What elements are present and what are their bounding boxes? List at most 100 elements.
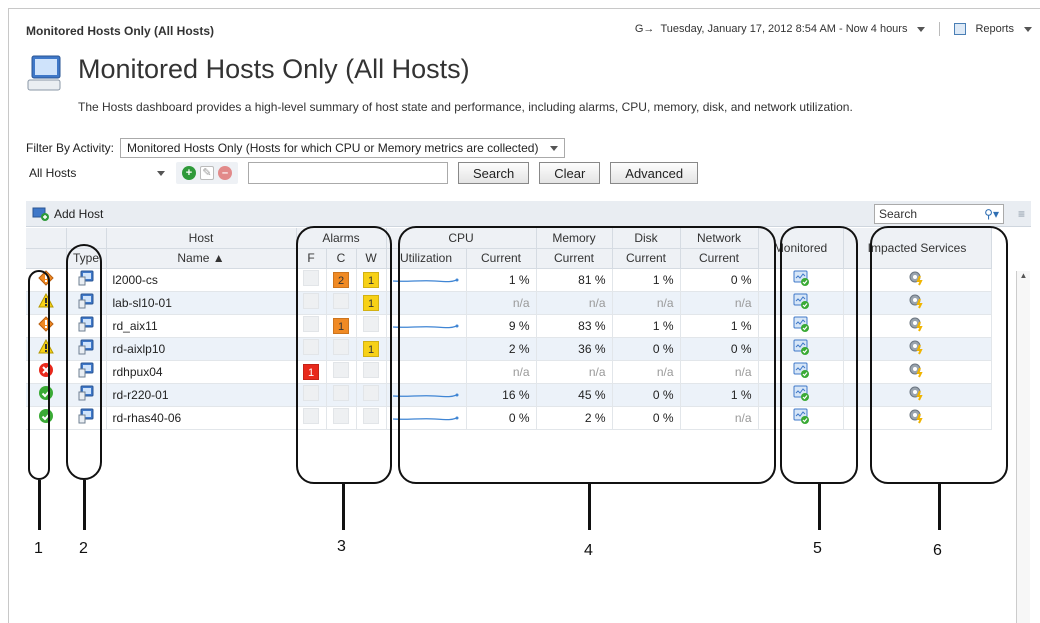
search-button[interactable]: Search xyxy=(458,162,530,184)
table-row[interactable]: rdhpux04 1 n/a n/a n/a n/a xyxy=(26,360,992,384)
service-gear-icon[interactable] xyxy=(908,385,926,401)
cpu-utilization-cell[interactable] xyxy=(386,337,467,361)
impacted-services-cell[interactable] xyxy=(843,268,992,292)
normal-state-icon[interactable] xyxy=(38,409,54,427)
grid-search-input[interactable]: Search ⚲▾ xyxy=(873,203,1004,224)
impacted-services-cell[interactable] xyxy=(843,314,992,338)
host-name-cell[interactable]: rd_aix11 xyxy=(106,314,297,338)
monitored-header[interactable]: Monitored xyxy=(758,228,844,269)
monitored-status-icon[interactable] xyxy=(793,339,809,355)
monitored-cell[interactable] xyxy=(758,268,844,292)
disk-current-header[interactable]: Current xyxy=(612,248,681,269)
remove-group-icon[interactable]: – xyxy=(218,166,232,180)
cpu-utilization-cell[interactable] xyxy=(386,314,467,338)
type-cell[interactable] xyxy=(66,383,107,407)
monitored-status-icon[interactable] xyxy=(793,385,809,401)
monitored-status-icon[interactable] xyxy=(793,270,809,286)
table-row[interactable]: rd-rhas40-06 0 % 2 % 0 % n/a xyxy=(26,406,992,430)
impacted-services-cell[interactable] xyxy=(843,291,992,315)
impacted-services-cell[interactable] xyxy=(843,383,992,407)
table-row[interactable]: rd_aix11 1 9 % 83 % 1 % 1 % xyxy=(26,314,992,338)
time-range-selector[interactable]: Tuesday, January 17, 2012 8:54 AM - Now … xyxy=(660,23,907,35)
cpu-sparkline[interactable] xyxy=(391,271,459,285)
service-gear-icon[interactable] xyxy=(908,270,926,286)
type-cell[interactable] xyxy=(66,268,107,292)
monitored-cell[interactable] xyxy=(758,291,844,315)
table-row[interactable]: lab-sl10-01 1 n/a n/a n/a n/a xyxy=(26,291,992,315)
service-gear-icon[interactable] xyxy=(908,316,926,332)
warning-state-icon[interactable] xyxy=(37,292,54,312)
monitored-cell[interactable] xyxy=(758,406,844,430)
table-row[interactable]: rd-r220-01 16 % 45 % 0 % 1 % xyxy=(26,383,992,407)
state-cell[interactable] xyxy=(26,383,67,407)
network-current-header[interactable]: Current xyxy=(680,248,759,269)
state-cell[interactable] xyxy=(26,406,67,430)
impacted-services-header[interactable]: Impacted Services xyxy=(843,228,992,269)
vertical-scrollbar[interactable]: ▲ xyxy=(1016,271,1030,623)
monitored-cell[interactable] xyxy=(758,360,844,384)
reports-dropdown-icon[interactable] xyxy=(1024,26,1032,32)
name-column-header[interactable]: Name ▲ xyxy=(106,248,297,269)
host-type-icon[interactable] xyxy=(78,339,94,358)
type-cell[interactable] xyxy=(66,291,107,315)
impacted-services-cell[interactable] xyxy=(843,337,992,361)
critical-column-header[interactable]: C xyxy=(326,248,357,269)
host-type-icon[interactable] xyxy=(78,270,94,289)
search-icon[interactable]: ⚲▾ xyxy=(984,207,999,221)
monitored-status-icon[interactable] xyxy=(793,362,809,378)
host-type-icon[interactable] xyxy=(78,316,94,335)
cpu-sparkline[interactable] xyxy=(391,317,459,331)
type-cell[interactable] xyxy=(66,360,107,384)
host-type-icon[interactable] xyxy=(78,408,94,427)
warning-alarm-count[interactable]: 1 xyxy=(363,271,379,288)
normal-state-icon[interactable] xyxy=(38,386,54,404)
cpu-utilization-header[interactable]: Utilization xyxy=(386,248,467,269)
type-cell[interactable] xyxy=(66,337,107,361)
warning-alarm-count[interactable]: 1 xyxy=(363,294,379,311)
clear-button[interactable]: Clear xyxy=(539,162,601,184)
table-row[interactable]: l2000-cs 2 1 1 % 81 % 1 % 0 % xyxy=(26,268,992,292)
service-gear-icon[interactable] xyxy=(908,339,926,355)
state-cell[interactable] xyxy=(26,360,67,384)
table-row[interactable]: rd-aixlp10 1 2 % 36 % 0 % 0 % xyxy=(26,337,992,361)
critical-state-icon[interactable] xyxy=(38,270,54,289)
critical-alarm-count[interactable]: 2 xyxy=(333,271,349,288)
host-name-cell[interactable]: rd-aixlp10 xyxy=(106,337,297,361)
cpu-utilization-cell[interactable] xyxy=(386,291,467,315)
monitored-cell[interactable] xyxy=(758,314,844,338)
monitored-cell[interactable] xyxy=(758,383,844,407)
cpu-utilization-cell[interactable] xyxy=(386,268,467,292)
host-type-icon[interactable] xyxy=(78,362,94,381)
cpu-utilization-cell[interactable] xyxy=(386,383,467,407)
cpu-utilization-cell[interactable] xyxy=(386,406,467,430)
impacted-services-cell[interactable] xyxy=(843,406,992,430)
reports-menu[interactable]: Reports xyxy=(975,23,1014,35)
monitored-status-icon[interactable] xyxy=(793,408,809,424)
service-gear-icon[interactable] xyxy=(908,362,926,378)
monitored-status-icon[interactable] xyxy=(793,316,809,332)
cpu-utilization-cell[interactable] xyxy=(386,360,467,384)
state-cell[interactable] xyxy=(26,268,67,292)
advanced-button[interactable]: Advanced xyxy=(610,162,699,184)
fatal-alarm-count[interactable]: 1 xyxy=(303,363,319,380)
add-group-icon[interactable]: + xyxy=(182,166,196,180)
service-gear-icon[interactable] xyxy=(908,408,926,424)
fatal-column-header[interactable]: F xyxy=(296,248,327,269)
impacted-services-cell[interactable] xyxy=(843,360,992,384)
scroll-up-arrow-icon[interactable]: ▲ xyxy=(1017,271,1030,280)
host-search-input[interactable] xyxy=(248,162,448,184)
time-range-dropdown-icon[interactable] xyxy=(917,26,926,32)
host-name-cell[interactable]: rd-r220-01 xyxy=(106,383,297,407)
warning-column-header[interactable]: W xyxy=(356,248,387,269)
host-name-cell[interactable]: l2000-cs xyxy=(106,268,297,292)
host-group-select[interactable]: All Hosts xyxy=(26,163,170,183)
monitored-cell[interactable] xyxy=(758,337,844,361)
critical-alarm-count[interactable]: 1 xyxy=(333,317,349,334)
type-column-header[interactable]: Type xyxy=(66,248,107,269)
critical-state-icon[interactable] xyxy=(38,316,54,335)
cpu-current-header[interactable]: Current xyxy=(466,248,537,269)
host-type-icon[interactable] xyxy=(78,293,94,312)
cpu-sparkline[interactable] xyxy=(391,409,459,423)
cpu-sparkline[interactable] xyxy=(391,386,459,400)
memory-current-header[interactable]: Current xyxy=(536,248,613,269)
